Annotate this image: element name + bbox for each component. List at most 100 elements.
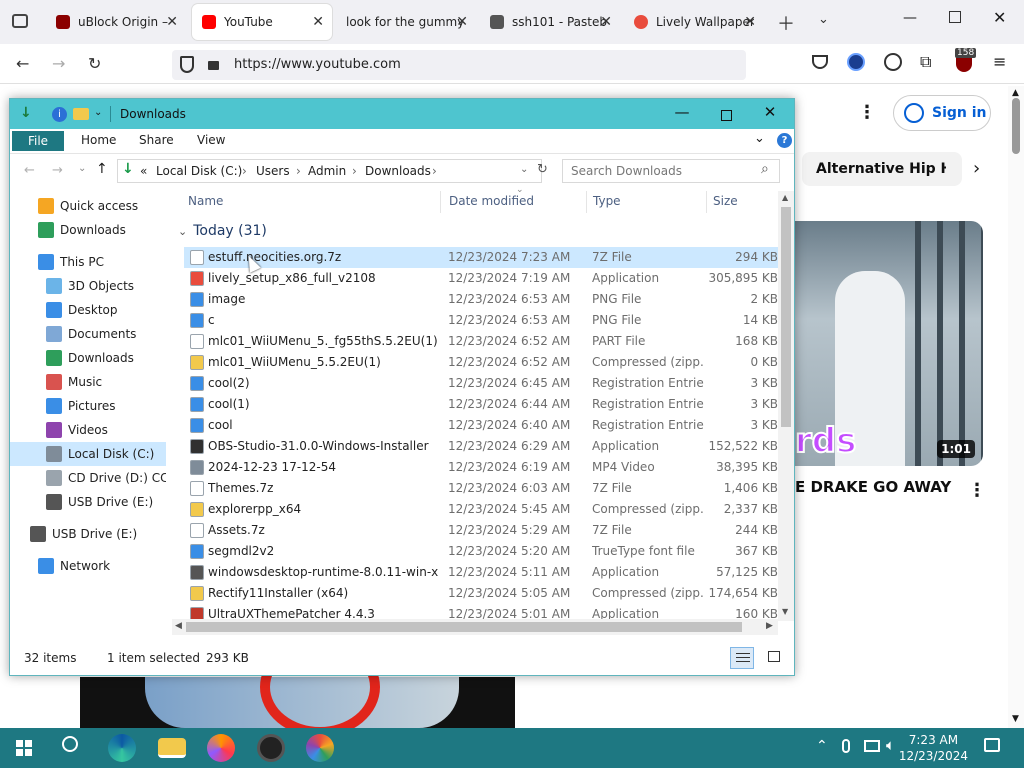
file-row[interactable]: cool(2) 12/23/2024 6:45 AM Registration En… — [184, 373, 778, 394]
search-downloads-field[interactable]: Search Downloads ⌕ — [562, 159, 780, 183]
youtube-bottom-thumbnail[interactable] — [80, 637, 515, 737]
close-tab-icon[interactable]: ✕ — [600, 14, 612, 30]
file-row[interactable]: lively_setup_x86_full_v2108 12/23/2024 7:… — [184, 268, 778, 289]
recent-locations-chevron-icon[interactable]: ⌄ — [78, 163, 86, 174]
column-header-date[interactable]: Date modified — [449, 194, 534, 208]
extensions-icon[interactable]: ⧉ — [920, 52, 931, 72]
group-collapse-chevron-icon[interactable]: ⌄ — [178, 225, 187, 238]
nav-item-usb-drive-e[interactable]: USB Drive (E:) — [10, 522, 166, 546]
close-window-icon[interactable]: ✕ — [748, 103, 792, 121]
address-history-chevron-icon[interactable]: ⌄ — [520, 164, 528, 175]
file-row[interactable]: mlc01_WiiUMenu_5._fg55thS.5.2EU(1).zip..… — [184, 331, 778, 352]
file-row[interactable]: mlc01_WiiUMenu_5.5.2EU(1) 12/23/2024 6:52… — [184, 352, 778, 373]
file-explorer-taskbar-icon[interactable] — [158, 738, 186, 758]
details-view-icon[interactable] — [730, 647, 754, 669]
volume-icon[interactable]: 🔈︎ — [886, 736, 895, 754]
edge-icon[interactable] — [108, 734, 136, 762]
menu-hamburger-icon[interactable]: ≡ — [993, 52, 1006, 71]
ribbon-expand-chevron-icon[interactable]: ⌄ — [754, 131, 765, 146]
breadcrumb-local-disk[interactable]: Local Disk (C:) — [156, 164, 242, 178]
search-taskbar-icon[interactable] — [62, 736, 78, 752]
pocket-icon[interactable] — [812, 55, 828, 69]
nav-item-quick-access[interactable]: Quick access — [10, 194, 166, 218]
breadcrumb-users[interactable]: Users — [256, 164, 290, 178]
close-tab-icon[interactable]: ✕ — [456, 14, 468, 30]
tab-lively[interactable]: Lively Wallpaper ✕ — [624, 4, 764, 40]
address-bar[interactable]: ↓ « Local Disk (C:) › Users › Admin › Do… — [117, 159, 542, 183]
breadcrumb-separator-icon[interactable]: › — [352, 164, 357, 178]
ribbon-tab-home[interactable]: Home — [81, 133, 116, 147]
nav-item-this-pc[interactable]: This PC — [10, 250, 166, 274]
nav-item-local-disk-c[interactable]: Local Disk (C:) — [10, 442, 166, 466]
minimize-window-icon[interactable]: — — [660, 103, 704, 121]
obs-icon[interactable] — [257, 734, 285, 762]
ribbon-tab-file[interactable]: File — [12, 131, 64, 151]
breadcrumb-downloads[interactable]: Downloads — [365, 164, 431, 178]
file-row[interactable]: Themes.7z 12/23/2024 6:03 AM 7Z File 1,406 … — [184, 478, 778, 499]
nav-item-videos[interactable]: Videos — [10, 418, 166, 442]
notifications-icon[interactable] — [984, 738, 1000, 752]
forward-arrow-icon[interactable]: → — [52, 54, 65, 73]
scroll-up-icon[interactable]: ▲ — [782, 193, 788, 202]
tracking-shield-icon[interactable] — [180, 56, 194, 73]
url-text[interactable]: https://www.youtube.com — [234, 57, 401, 72]
tab-gummy[interactable]: look for the gummy ✕ — [336, 4, 476, 40]
column-header-name[interactable]: Name — [188, 194, 223, 208]
large-icons-view-icon[interactable] — [768, 651, 780, 662]
lock-icon[interactable] — [208, 61, 219, 70]
breadcrumb-separator-icon[interactable]: › — [296, 164, 301, 178]
back-nav-icon[interactable]: ← — [24, 163, 35, 178]
firefox-icon[interactable] — [207, 734, 235, 762]
file-row[interactable]: cool 12/23/2024 6:40 AM Registration Entri… — [184, 415, 778, 436]
file-list-horizontal-scrollbar[interactable]: ◀ ▶ — [172, 619, 778, 635]
nav-item-music[interactable]: Music — [10, 370, 166, 394]
file-row[interactable]: segmdl2v2 12/23/2024 5:20 AM TrueType font… — [184, 541, 778, 562]
file-row[interactable]: estuff.neocities.org.7z 12/23/2024 7:23 A… — [184, 247, 778, 268]
minimize-browser-icon[interactable]: — — [903, 10, 917, 26]
forward-nav-icon[interactable]: → — [52, 163, 63, 178]
ribbon-tab-view[interactable]: View — [197, 133, 225, 147]
ribbon-tab-share[interactable]: Share — [139, 133, 174, 147]
file-row[interactable]: Rectify11Installer (x64) 12/23/2024 5:05 … — [184, 583, 778, 604]
breadcrumb-separator-icon[interactable]: › — [242, 164, 247, 178]
scroll-down-icon[interactable]: ▼ — [1012, 714, 1019, 724]
youtube-sign-in-button[interactable]: Sign in — [893, 95, 991, 131]
youtube-video-thumbnail[interactable]: rds 1:01 — [795, 221, 983, 466]
network-tray-icon[interactable] — [864, 740, 880, 752]
help-icon[interactable]: ? — [777, 133, 792, 148]
qat-customize-icon[interactable]: ⌄ — [94, 107, 102, 118]
scroll-down-icon[interactable]: ▼ — [782, 607, 788, 616]
youtube-chip-alternative-hip-hop[interactable]: Alternative Hip Hop — [802, 152, 962, 186]
tab-pastebin[interactable]: ssh101 - Pasteb ✕ — [480, 4, 620, 40]
reload-icon[interactable]: ↻ — [88, 54, 101, 73]
breadcrumb-separator-icon[interactable]: › — [432, 164, 437, 178]
restore-browser-icon[interactable] — [949, 11, 961, 23]
file-row[interactable]: c 12/23/2024 6:53 AM PNG File 14 KB — [184, 310, 778, 331]
file-list-vertical-scrollbar[interactable]: ▲ ▼ — [778, 191, 794, 621]
video-more-icon[interactable]: ⋮ — [968, 480, 986, 501]
youtube-more-icon[interactable]: ⋮ — [858, 102, 876, 123]
scroll-thumb[interactable] — [1012, 98, 1020, 154]
scroll-thumb[interactable] — [781, 207, 791, 427]
microphone-icon[interactable] — [842, 739, 850, 753]
nav-item-3d-objects[interactable]: 3D Objects — [10, 274, 166, 298]
close-tab-icon[interactable]: ✕ — [312, 14, 324, 30]
scroll-up-icon[interactable]: ▲ — [1012, 88, 1019, 98]
tab-youtube[interactable]: YouTube ✕ — [192, 4, 332, 40]
file-row[interactable]: image 12/23/2024 6:53 AM PNG File 2 KB — [184, 289, 778, 310]
vpn-icon[interactable] — [847, 53, 865, 71]
breadcrumb-overflow-icon[interactable]: « — [140, 164, 147, 178]
new-tab-icon[interactable]: ＋ — [777, 10, 795, 36]
maximize-window-icon[interactable] — [704, 107, 748, 125]
lively-wallpaper-icon[interactable] — [306, 734, 334, 762]
tab-overview-icon[interactable] — [12, 14, 28, 28]
search-icon[interactable]: ⌕ — [761, 161, 769, 177]
column-header-size[interactable]: Size — [713, 194, 738, 208]
file-row[interactable]: explorerpp_x64 12/23/2024 5:45 AM Compress… — [184, 499, 778, 520]
chip-next-chevron-icon[interactable]: › — [973, 158, 980, 179]
page-scrollbar[interactable]: ▲ ▼ — [1008, 86, 1024, 728]
group-header-today[interactable]: ⌄ Today (31) — [178, 223, 267, 239]
refresh-icon[interactable]: ↻ — [537, 162, 548, 177]
nav-item-network[interactable]: Network — [10, 554, 166, 578]
explorer-title-bar[interactable]: ↓ i ⌄ Downloads — ✕ — [10, 99, 794, 129]
